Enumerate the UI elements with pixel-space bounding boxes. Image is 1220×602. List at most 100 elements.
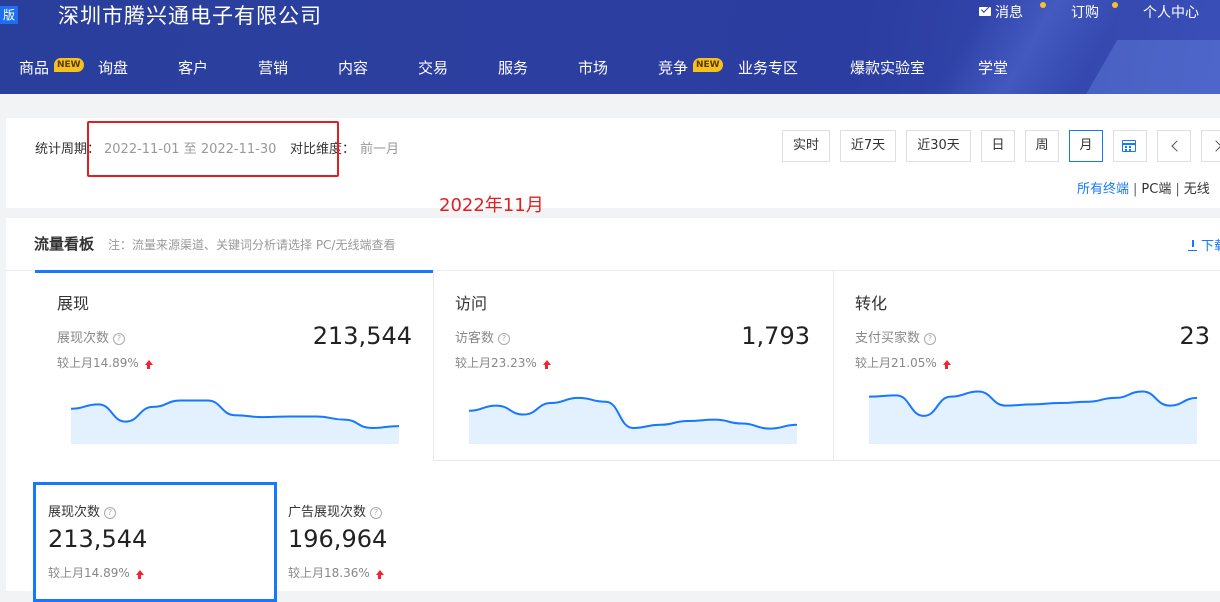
nav-item-label: 交易 <box>418 59 449 77</box>
nav-item-label: 学堂 <box>978 59 1009 77</box>
next-button[interactable] <box>1201 130 1220 162</box>
metric-compare: 较上月21.05% <box>855 354 951 371</box>
nav-item-5[interactable]: 交易 <box>418 56 448 80</box>
prev-button[interactable] <box>1157 130 1191 162</box>
subscribe-link[interactable]: 订购 <box>1071 4 1099 22</box>
metric-label: 支付买家数? <box>855 327 937 346</box>
notification-dot <box>1112 2 1118 8</box>
nav-item-label: 市场 <box>578 59 609 77</box>
metric-value: 1,793 <box>741 322 810 350</box>
detail-card-compare: 较上月18.36% <box>288 564 384 581</box>
trend-up-icon <box>542 360 551 369</box>
nav-item-label: 询盘 <box>98 59 129 77</box>
detail-card-title: 展现次数? <box>48 501 117 520</box>
nav-item-10[interactable]: 爆款实验室 <box>850 56 925 80</box>
nav-item-label: 竞争 <box>658 59 689 77</box>
nav-item-1[interactable]: 询盘 <box>98 56 128 80</box>
detail-card-title-text: 广告展现次数 <box>288 505 367 520</box>
annotation-text: 2022年11月 <box>439 195 544 216</box>
help-icon[interactable]: ? <box>104 507 117 519</box>
download-link[interactable]: 下载 <box>1188 235 1220 254</box>
nav-item-label: 商品 <box>19 59 50 77</box>
metric-compare-text: 较上月23.23% <box>455 356 537 370</box>
detail-card-title: 广告展现次数? <box>288 501 383 520</box>
help-icon[interactable]: ? <box>924 333 937 345</box>
metric-label: 展现次数? <box>57 327 126 346</box>
period-button-1[interactable]: 近7天 <box>840 130 896 162</box>
nav-item-label: 营销 <box>258 59 289 77</box>
terminal-option-0[interactable]: 所有终端 <box>1077 182 1129 197</box>
help-icon[interactable]: ? <box>370 507 383 519</box>
metric-label-text: 访客数 <box>455 331 495 346</box>
metric-compare: 较上月14.89% <box>57 354 153 371</box>
terminal-option-2[interactable]: 无线 <box>1184 182 1210 197</box>
new-badge: NEW <box>54 58 84 72</box>
nav-item-9[interactable]: 业务专区 <box>738 56 798 80</box>
trend-sparkline <box>71 399 399 444</box>
trend-up-icon <box>135 570 144 579</box>
period-button-3[interactable]: 日 <box>981 130 1015 162</box>
nav-item-label: 业务专区 <box>738 59 799 77</box>
nav-item-7[interactable]: 市场 <box>578 56 608 80</box>
trend-sparkline <box>869 390 1197 444</box>
mail-icon <box>979 7 991 16</box>
notification-dot <box>1040 2 1046 8</box>
detail-card-compare-text: 较上月18.36% <box>288 566 370 580</box>
board-title: 流量看板 <box>34 235 95 253</box>
metric-card-title: 展现 <box>57 294 90 313</box>
nav-item-label: 内容 <box>338 59 369 77</box>
separator: | <box>1175 182 1180 197</box>
download-icon <box>1188 240 1197 251</box>
compare-value[interactable]: 前一月 <box>360 138 399 157</box>
separator: | <box>1133 182 1138 197</box>
metric-value: 23 <box>1179 322 1210 350</box>
period-button-2[interactable]: 近30天 <box>906 130 971 162</box>
nav-item-4[interactable]: 内容 <box>338 56 368 80</box>
sparkline-area <box>71 400 399 444</box>
period-button-0[interactable]: 实时 <box>782 130 830 162</box>
detail-card-value: 196,964 <box>288 525 388 553</box>
annotation-highlight-box <box>87 121 339 177</box>
terminal-option-1[interactable]: PC端 <box>1141 182 1171 197</box>
period-button-5[interactable]: 月 <box>1069 130 1103 162</box>
chevron-left-icon <box>1171 140 1183 152</box>
metric-compare: 较上月23.23% <box>455 354 551 371</box>
trend-sparkline <box>469 396 797 444</box>
metric-compare-text: 较上月14.89% <box>57 356 139 370</box>
period-button-4[interactable]: 周 <box>1025 130 1059 162</box>
nav-item-label: 服务 <box>498 59 529 77</box>
chevron-right-icon <box>1210 140 1220 152</box>
detail-card-value: 213,544 <box>48 525 148 553</box>
trend-up-icon <box>942 360 951 369</box>
personal-center-link[interactable]: 个人中心 <box>1143 4 1199 22</box>
messages-link[interactable]: 消息 <box>979 4 1023 22</box>
nav-item-label: 客户 <box>178 59 209 77</box>
new-badge: NEW <box>693 58 723 72</box>
nav-item-8[interactable]: 竞争 <box>658 56 688 80</box>
version-tag[interactable]: 版 <box>0 6 18 24</box>
board-note: 注：流量来源渠道、关键词分析请选择 PC/无线端查看 <box>108 238 396 252</box>
sparkline-area <box>869 391 1197 444</box>
sparkline-area <box>469 397 797 444</box>
metric-value: 213,544 <box>312 322 412 350</box>
detail-card-compare-text: 较上月14.89% <box>48 566 130 580</box>
help-icon[interactable]: ? <box>498 333 511 345</box>
detail-card-title-text: 展现次数 <box>48 505 101 520</box>
nav-item-0[interactable]: 商品 <box>19 56 49 80</box>
detail-card-compare: 较上月14.89% <box>48 564 144 581</box>
nav-item-label: 爆款实验室 <box>850 59 926 77</box>
terminal-filter: 所有终端 | PC端 | 无线 <box>1077 178 1210 197</box>
calendar-button[interactable] <box>1113 130 1147 162</box>
help-icon[interactable]: ? <box>113 333 126 345</box>
nav-item-2[interactable]: 客户 <box>178 56 208 80</box>
metric-card-title: 转化 <box>855 294 888 313</box>
metric-compare-text: 较上月21.05% <box>855 356 937 370</box>
metric-label-text: 支付买家数 <box>855 331 921 346</box>
nav-item-3[interactable]: 营销 <box>258 56 288 80</box>
top-header: 版 深圳市腾兴通电子有限公司 消息 订购 个人中心 商品 NEW 询盘 客户 营销 内容 交… <box>0 0 1220 94</box>
metric-label-text: 展现次数 <box>57 331 110 346</box>
nav-item-11[interactable]: 学堂 <box>978 56 1008 80</box>
nav-item-6[interactable]: 服务 <box>498 56 528 80</box>
metric-label: 访客数? <box>455 327 511 346</box>
trend-up-icon <box>375 570 384 579</box>
